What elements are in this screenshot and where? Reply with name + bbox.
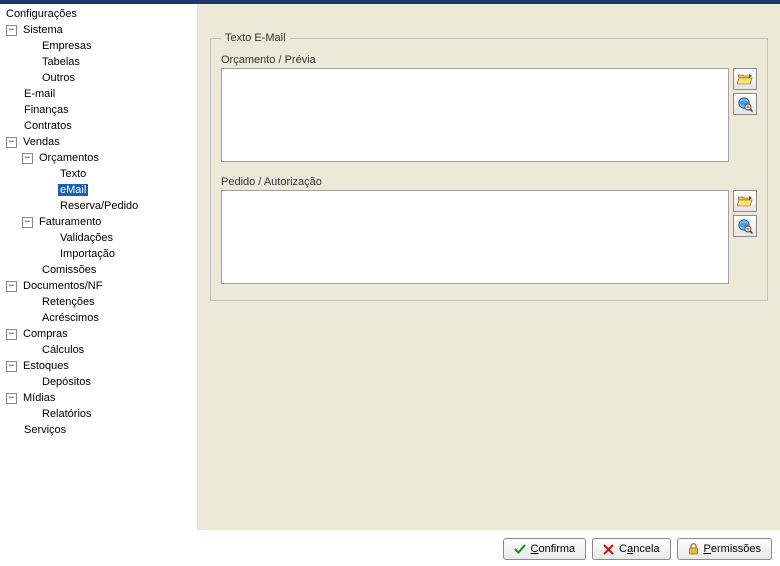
preview-button-orcamento[interactable] bbox=[733, 93, 757, 115]
tree-item-retencoes[interactable]: Retenções bbox=[40, 296, 97, 308]
tree-item-reserva-pedido[interactable]: Reserva/Pedido bbox=[58, 200, 140, 212]
cancela-button[interactable]: Cancela bbox=[592, 538, 670, 560]
tree-item-sistema[interactable]: Sistema bbox=[21, 24, 65, 36]
confirma-label: onfirma bbox=[538, 543, 575, 555]
group-legend: Texto E-Mail bbox=[221, 32, 290, 44]
toggle-vendas[interactable]: − bbox=[6, 137, 17, 148]
tree-item-acrescimos[interactable]: Acréscimos bbox=[40, 312, 101, 324]
globe-magnifier-icon bbox=[737, 218, 753, 234]
textarea-pedido-autorizacao[interactable] bbox=[221, 190, 729, 284]
toggle-sistema[interactable]: − bbox=[6, 25, 17, 36]
cancela-label: ncela bbox=[633, 543, 659, 555]
main-container: Configurações − Sistema Empresas Tabelas… bbox=[0, 4, 780, 530]
tree-item-orcamentos[interactable]: Orçamentos bbox=[37, 152, 101, 164]
tree-item-servicos[interactable]: Serviços bbox=[22, 424, 68, 436]
tree-item-empresas[interactable]: Empresas bbox=[40, 40, 94, 52]
preview-button-pedido[interactable] bbox=[733, 215, 757, 237]
tree-item-texto[interactable]: Texto bbox=[58, 168, 88, 180]
tree-item-tabelas[interactable]: Tabelas bbox=[40, 56, 82, 68]
tree-item-calculos[interactable]: Cálculos bbox=[40, 344, 86, 356]
permissoes-button[interactable]: Permissões bbox=[677, 538, 772, 560]
confirma-button[interactable]: Confirma bbox=[503, 538, 587, 560]
content-panel: Texto E-Mail Orçamento / Prévia bbox=[198, 4, 780, 530]
label-orcamento-previa: Orçamento / Prévia bbox=[221, 54, 757, 66]
tree-item-documentos-nf[interactable]: Documentos/NF bbox=[21, 280, 104, 292]
toggle-compras[interactable]: − bbox=[6, 329, 17, 340]
tree-item-validacoes[interactable]: Validações bbox=[58, 232, 115, 244]
tree-item-depositos[interactable]: Depósitos bbox=[40, 376, 93, 388]
toggle-orcamentos[interactable]: − bbox=[22, 153, 33, 164]
tree-item-relatorios[interactable]: Relatórios bbox=[40, 408, 94, 420]
tree-item-midias[interactable]: Mídias bbox=[21, 392, 57, 404]
tree-item-contratos[interactable]: Contratos bbox=[22, 120, 74, 132]
x-icon bbox=[603, 544, 614, 555]
tree-item-estoques[interactable]: Estoques bbox=[21, 360, 71, 372]
tree-item-outros[interactable]: Outros bbox=[40, 72, 77, 84]
check-icon bbox=[514, 543, 526, 555]
globe-magnifier-icon bbox=[737, 96, 753, 112]
folder-open-icon bbox=[737, 72, 753, 86]
tree-item-comissoes[interactable]: Comissões bbox=[40, 264, 98, 276]
textarea-orcamento-previa[interactable] bbox=[221, 68, 729, 162]
toggle-faturamento[interactable]: − bbox=[22, 217, 33, 228]
tree-item-compras[interactable]: Compras bbox=[21, 328, 70, 340]
footer-buttons: Confirma Cancela Permissões bbox=[503, 538, 772, 560]
tree-item-importacao[interactable]: Importação bbox=[58, 248, 117, 260]
folder-open-icon bbox=[737, 194, 753, 208]
open-file-button-orcamento[interactable] bbox=[733, 68, 757, 90]
toggle-midias[interactable]: − bbox=[6, 393, 17, 404]
tree-root-label: Configurações bbox=[4, 6, 197, 22]
toggle-estoques[interactable]: − bbox=[6, 361, 17, 372]
tree-item-orc-email[interactable]: eMail bbox=[58, 184, 88, 196]
permissoes-label: ermissões bbox=[711, 543, 761, 555]
config-tree-sidebar: Configurações − Sistema Empresas Tabelas… bbox=[0, 4, 198, 530]
tree-item-financas[interactable]: Finanças bbox=[22, 104, 71, 116]
texto-email-group: Texto E-Mail Orçamento / Prévia bbox=[210, 32, 768, 301]
field-pedido-autorizacao: Pedido / Autorização bbox=[221, 176, 757, 284]
tree-item-vendas[interactable]: Vendas bbox=[21, 136, 62, 148]
open-file-button-pedido[interactable] bbox=[733, 190, 757, 212]
lock-icon bbox=[688, 543, 699, 555]
tree-item-faturamento[interactable]: Faturamento bbox=[37, 216, 103, 228]
tree-item-email[interactable]: E-mail bbox=[22, 88, 57, 100]
field-orcamento-previa: Orçamento / Prévia bbox=[221, 54, 757, 162]
config-tree: − Sistema Empresas Tabelas Outros E-mail… bbox=[4, 22, 197, 438]
label-pedido-autorizacao: Pedido / Autorização bbox=[221, 176, 757, 188]
toggle-documentos-nf[interactable]: − bbox=[6, 281, 17, 292]
